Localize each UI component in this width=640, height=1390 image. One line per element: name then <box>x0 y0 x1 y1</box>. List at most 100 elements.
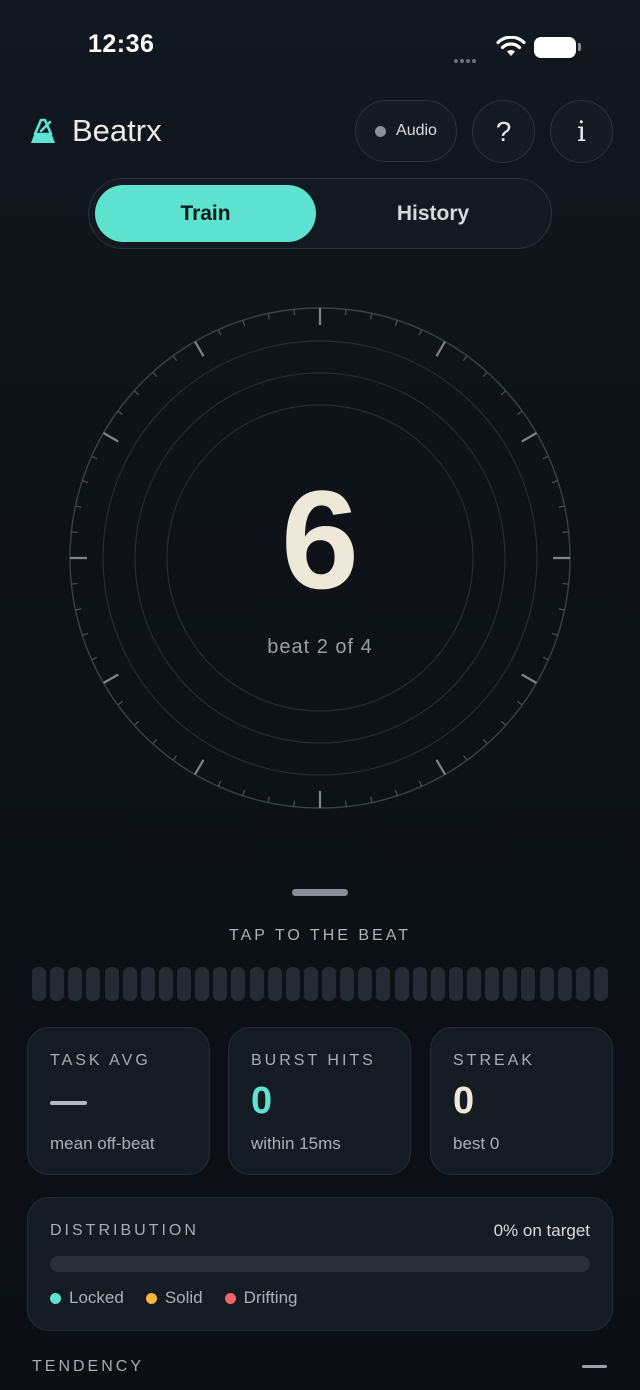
task-avg-empty-dash <box>50 1101 87 1105</box>
tap-slot <box>593 967 608 1001</box>
dial-minor-tick <box>551 480 558 484</box>
dial-minor-tick <box>418 780 423 787</box>
dial-minor-tick <box>394 320 398 327</box>
dial-minor-tick <box>172 755 178 761</box>
dial-minor-tick <box>133 720 140 726</box>
dial-minor-tick <box>152 371 158 378</box>
distribution-title: DISTRIBUTION <box>50 1222 199 1239</box>
streak-sub: best 0 <box>453 1134 500 1153</box>
task-avg-sub: mean off-beat <box>50 1134 155 1153</box>
tab-history[interactable]: History <box>318 185 548 242</box>
task-avg-card: TASK AVG mean off-beat <box>27 1027 210 1175</box>
tap-slot <box>485 967 500 1001</box>
burst-hits-title: BURST HITS <box>251 1052 376 1069</box>
solid-dot-icon <box>145 1292 157 1304</box>
dial-minor-tick <box>71 531 78 534</box>
cellular-signal-icon <box>454 50 478 68</box>
dial-major-tick <box>521 432 538 443</box>
tap-instruction: TAP TO THE BEAT <box>229 927 411 944</box>
tap-slot <box>50 967 65 1001</box>
dial-minor-tick <box>82 632 89 636</box>
dial-minor-tick <box>370 796 373 803</box>
distribution-bar <box>50 1256 590 1272</box>
dial-minor-tick <box>500 720 507 726</box>
dial-minor-tick <box>293 800 296 807</box>
tap-slot <box>358 967 373 1001</box>
dial-minor-tick <box>517 700 523 706</box>
distribution-legend: Locked Solid Drifting <box>50 1288 298 1308</box>
dial-minor-tick <box>500 390 507 396</box>
dial-major-tick <box>102 673 119 684</box>
dial-major-tick <box>435 759 446 776</box>
tap-slot <box>213 967 228 1001</box>
dial-minor-tick <box>394 789 398 796</box>
tap-slot <box>267 967 282 1001</box>
app-title: Beatrx <box>72 113 162 148</box>
tap-slot <box>231 967 246 1001</box>
status-time: 12:36 <box>88 30 155 58</box>
task-avg-title: TASK AVG <box>50 1052 151 1069</box>
dial-minor-tick <box>482 371 488 378</box>
dial-minor-tick <box>267 313 270 320</box>
tap-slot <box>249 967 264 1001</box>
audio-status-dot <box>375 125 387 137</box>
dial-minor-tick <box>562 582 569 585</box>
dial-minor-tick <box>551 632 558 636</box>
burst-hits-sub: within 15ms <box>251 1134 341 1153</box>
streak-title: STREAK <box>453 1052 536 1069</box>
wifi-icon <box>496 35 526 63</box>
tap-slot <box>303 967 318 1001</box>
info-button[interactable]: i <box>550 100 613 163</box>
dial-minor-tick <box>293 309 296 316</box>
dial-minor-tick <box>75 505 82 508</box>
distribution-on-target: 0% on target <box>493 1221 590 1240</box>
tap-slot <box>140 967 155 1001</box>
dial-minor-tick <box>242 789 246 796</box>
dial-major-tick <box>194 759 205 776</box>
dial-minor-tick <box>344 309 347 316</box>
dial-minor-tick <box>117 410 123 416</box>
legend-label: Locked <box>69 1288 124 1307</box>
tap-slot <box>503 967 518 1001</box>
tap-slot <box>448 967 463 1001</box>
dial-minor-tick <box>517 410 523 416</box>
tap-slot <box>394 967 409 1001</box>
tap-slot <box>376 967 391 1001</box>
tap-slot <box>195 967 210 1001</box>
dial-minor-tick <box>562 531 569 534</box>
legend-solid: Solid <box>145 1288 203 1308</box>
tap-slot <box>122 967 137 1001</box>
beat-caption: beat 2 of 4 <box>267 636 373 658</box>
tap-slot <box>539 967 554 1001</box>
drifting-dot-icon <box>224 1292 236 1304</box>
help-button[interactable]: ? <box>472 100 535 163</box>
dial-minor-tick <box>82 480 89 484</box>
streak-value: 0 <box>453 1080 475 1122</box>
tendency-collapse-icon[interactable] <box>582 1365 607 1368</box>
legend-drifting: Drifting <box>224 1288 298 1308</box>
tap-slot <box>430 967 445 1001</box>
dial-minor-tick <box>133 390 140 396</box>
dial-minor-tick <box>558 505 565 508</box>
locked-dot-icon <box>50 1292 61 1304</box>
tap-slot <box>322 967 336 1001</box>
tab-train[interactable]: Train <box>95 185 316 242</box>
audio-toggle-button[interactable]: Audio <box>355 100 457 162</box>
tap-slot <box>412 967 427 1001</box>
dial-minor-tick <box>217 329 222 336</box>
tap-slot <box>557 967 572 1001</box>
dial-minor-tick <box>152 738 158 745</box>
dial-minor-tick <box>91 455 98 460</box>
dial-minor-tick <box>71 582 78 585</box>
dial-major-tick <box>435 340 446 357</box>
distribution-card: DISTRIBUTION 0% on target Locked Solid D… <box>27 1197 613 1331</box>
battery-icon <box>534 37 576 58</box>
dial-minor-tick <box>75 608 82 611</box>
tap-slot <box>68 967 83 1001</box>
dial-minor-tick <box>344 800 347 807</box>
dial-minor-tick <box>542 455 549 460</box>
dial-major-tick <box>521 673 538 684</box>
drag-handle[interactable] <box>292 889 348 896</box>
dial-minor-tick <box>91 656 98 661</box>
tap-timeline <box>32 967 608 1001</box>
